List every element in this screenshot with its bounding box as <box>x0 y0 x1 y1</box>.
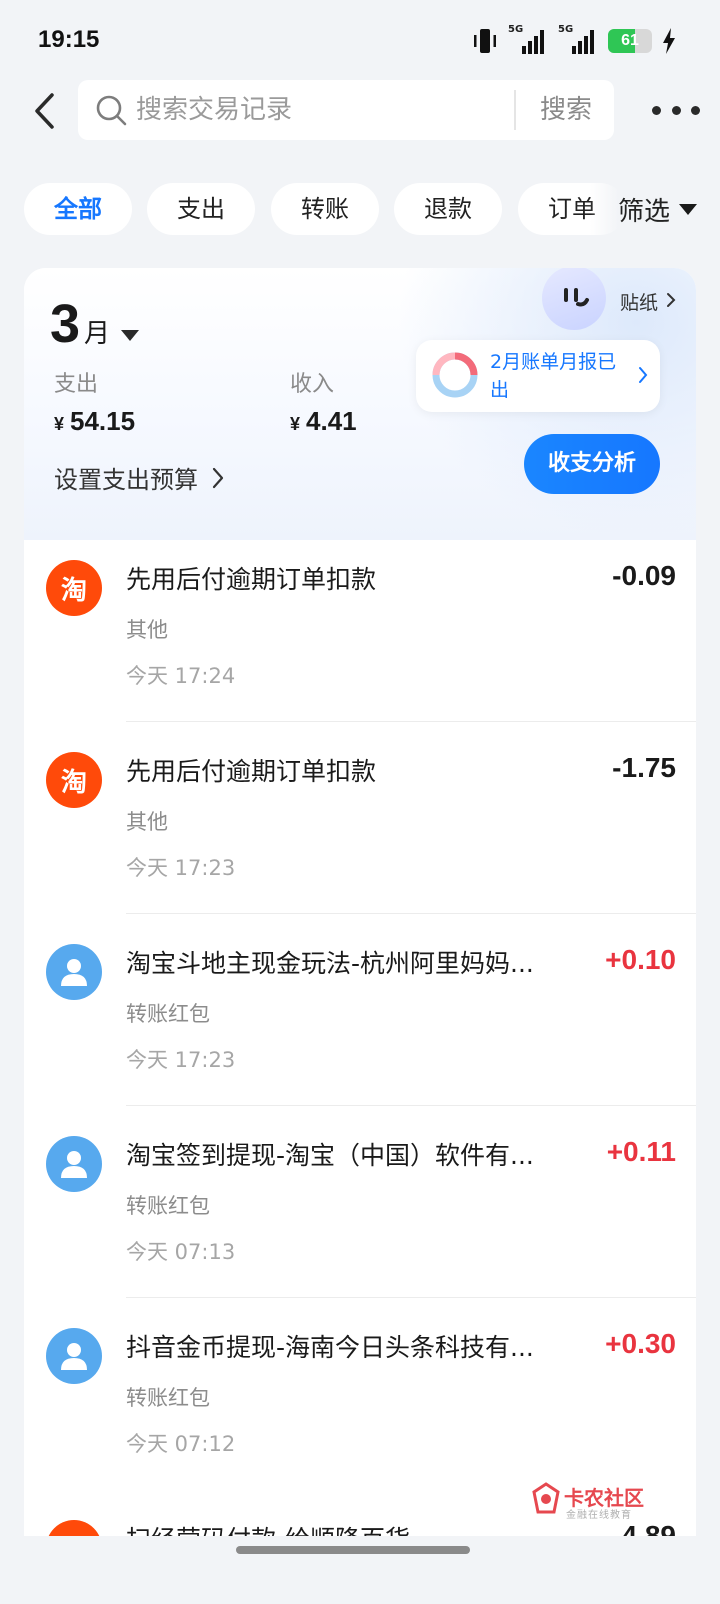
month-unit: 月 <box>84 319 111 349</box>
month-number: 3 <box>50 294 81 354</box>
search-input[interactable] <box>136 80 506 140</box>
header: 搜索 <box>0 78 720 142</box>
transaction-amount: +0.11 <box>606 1136 676 1167</box>
filter-label: 筛选 <box>617 196 670 227</box>
back-button[interactable] <box>22 86 66 136</box>
transaction-amount: -1.75 <box>612 752 676 783</box>
chevron-right-icon <box>212 467 224 488</box>
budget-label: 设置支出预算 <box>54 466 198 494</box>
watermark: 卡农社区 金融在线教育 <box>530 1480 660 1521</box>
search-box[interactable]: 搜索 <box>78 80 614 140</box>
taobao-icon: 淘 <box>46 752 102 808</box>
expense-value: ¥54.15 <box>54 406 136 436</box>
person-icon <box>46 1136 102 1192</box>
donut-chart-icon <box>432 352 478 398</box>
sticker-button[interactable]: 贴纸 <box>536 268 696 330</box>
watermark-subtitle: 金融在线教育 <box>566 1510 632 1521</box>
back-arrow-icon <box>35 93 54 129</box>
person-icon <box>46 1328 102 1384</box>
tab-expense[interactable]: 支出 <box>147 183 255 235</box>
sticker-label: 贴纸 <box>620 292 659 314</box>
transaction-row[interactable]: 抖音金币提现-海南今日头条科技有... 转账红包 今天 07:12 +0.30 <box>24 1298 696 1490</box>
chevron-right-icon <box>667 293 676 307</box>
transaction-row[interactable]: 淘宝斗地主现金玩法-杭州阿里妈妈... 转账红包 今天 17:23 +0.10 <box>24 914 696 1106</box>
signal-icon-1: 5G <box>508 24 548 56</box>
income-stat: 收入 ¥4.41 <box>290 366 357 437</box>
transaction-category: 其他 <box>126 618 168 642</box>
more-dot-icon <box>652 105 661 115</box>
sticker-face-icon <box>542 268 606 330</box>
tab-transfer[interactable]: 转账 <box>271 183 379 235</box>
transaction-time: 今天 17:24 <box>126 664 236 688</box>
home-indicator[interactable] <box>236 1546 470 1554</box>
month-selector[interactable]: 3 月 <box>50 296 140 352</box>
battery-icon: 61 <box>608 29 652 53</box>
more-dot-icon <box>691 105 700 115</box>
caret-down-icon <box>121 330 140 341</box>
transaction-amount: +0.30 <box>605 1328 676 1359</box>
status-bar: 19:15 5G 5G 61 <box>0 0 720 80</box>
transaction-title: 先用后付逾期订单扣款 <box>126 757 377 786</box>
report-text: 2月账单月报已出 <box>490 351 617 401</box>
month-summary: 3 月 支出 ¥54.15 收入 ¥4.41 设置支出预算 贴纸 2月账单月报已… <box>24 268 696 540</box>
vibrate-icon <box>474 29 496 53</box>
person-icon <box>46 944 102 1000</box>
transaction-time: 今天 17:23 <box>126 856 236 880</box>
monthly-report-bubble[interactable]: 2月账单月报已出 <box>416 340 660 412</box>
transaction-row[interactable]: 淘宝签到提现-淘宝（中国）软件有... 转账红包 今天 07:13 +0.11 <box>24 1106 696 1298</box>
signal-icon-2: 5G <box>558 24 598 56</box>
set-budget-link[interactable]: 设置支出预算 <box>54 460 224 495</box>
transaction-title: 抖音金币提现-海南今日头条科技有... <box>126 1333 534 1362</box>
filter-button[interactable]: 筛选 <box>590 183 720 235</box>
transaction-title: 淘宝签到提现-淘宝（中国）软件有... <box>126 1141 534 1170</box>
transaction-amount: -0.09 <box>612 560 676 591</box>
transaction-time: 今天 17:23 <box>126 1048 236 1072</box>
taobao-icon: 淘 <box>46 560 102 616</box>
tab-all[interactable]: 全部 <box>24 183 132 235</box>
search-divider <box>514 90 516 130</box>
status-icons: 5G 5G 61 <box>472 24 676 58</box>
transaction-row[interactable]: 淘 先用后付逾期订单扣款 其他 今天 17:23 -1.75 <box>24 722 696 914</box>
transaction-category: 转账红包 <box>126 1002 210 1026</box>
more-button[interactable] <box>652 92 700 128</box>
tab-refund[interactable]: 退款 <box>394 183 502 235</box>
transaction-title: 先用后付逾期订单扣款 <box>126 565 377 594</box>
transaction-title: 淘宝斗地主现金玩法-杭州阿里妈妈... <box>126 949 534 978</box>
expense-stat: 支出 ¥54.15 <box>54 366 135 437</box>
search-icon <box>96 95 127 126</box>
more-dot-icon <box>671 105 681 115</box>
kanong-logo-icon <box>532 1482 560 1514</box>
chevron-right-icon <box>639 367 648 383</box>
status-time: 19:15 <box>38 26 100 53</box>
transaction-amount: +0.10 <box>605 944 676 975</box>
transaction-category: 转账红包 <box>126 1386 210 1410</box>
filter-tabs: 全部 支出 转账 退款 订单 筛选 <box>0 183 720 235</box>
transaction-time: 今天 07:12 <box>126 1432 236 1456</box>
transaction-category: 其他 <box>126 810 168 834</box>
transaction-category: 转账红包 <box>126 1194 210 1218</box>
caret-down-icon <box>679 204 697 215</box>
search-button[interactable]: 搜索 <box>518 80 614 140</box>
transactions-card: 3 月 支出 ¥54.15 收入 ¥4.41 设置支出预算 贴纸 2月账单月报已… <box>24 268 696 1588</box>
income-expense-analysis-button[interactable]: 收支分析 <box>524 434 660 494</box>
battery-level: 61 <box>621 32 639 49</box>
income-value: ¥4.41 <box>290 406 357 436</box>
transaction-row[interactable]: 淘 先用后付逾期订单扣款 其他 今天 17:24 -0.09 <box>24 530 696 722</box>
expense-label: 支出 <box>54 372 99 397</box>
charging-icon <box>663 28 675 54</box>
income-label: 收入 <box>290 372 335 397</box>
transaction-time: 今天 07:13 <box>126 1240 236 1264</box>
